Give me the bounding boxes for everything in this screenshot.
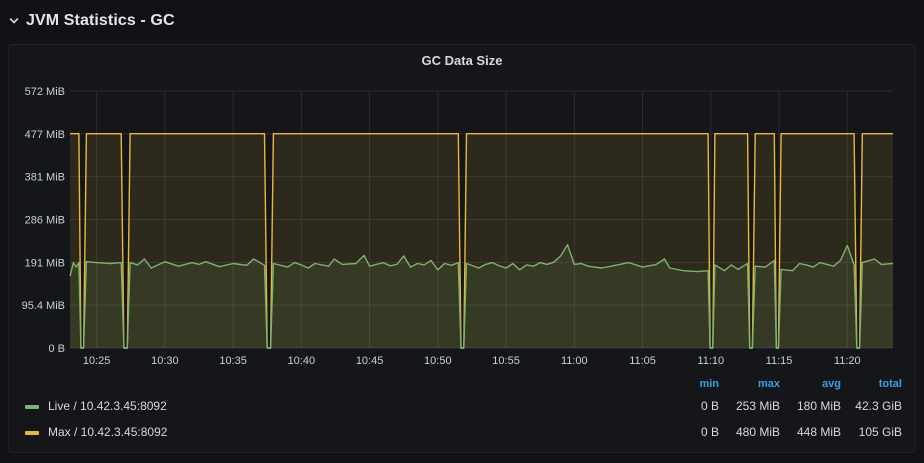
legend-series-name[interactable]: Live / 10.42.3.45:8092 [48,399,167,413]
x-tick-label: 10:50 [424,355,452,367]
x-tick-label: 10:45 [356,355,384,367]
x-tick-label: 11:20 [834,355,861,367]
legend-header-max[interactable]: max [758,378,780,390]
legend-color-swatch[interactable] [25,431,39,435]
y-tick-label: 381 MiB [25,172,65,184]
x-tick-label: 10:25 [83,355,111,367]
legend-row-live[interactable]: Live / 10.42.3.45:8092 0 B 253 MiB 180 M… [9,396,915,418]
legend-row-max[interactable]: Max / 10.42.3.45:8092 0 B 480 MiB 448 Mi… [9,422,915,444]
legend-series-name[interactable]: Max / 10.42.3.45:8092 [48,425,167,439]
legend-header-total[interactable]: total [879,378,902,390]
legend-value-max: 480 MiB [735,425,780,439]
x-tick-label: 11:05 [629,355,656,367]
legend-color-swatch[interactable] [25,405,39,409]
legend-value-max: 253 MiB [735,399,780,413]
legend-value-avg: 180 MiB [796,399,841,413]
gc-data-size-chart[interactable]: 0 B 95.4 MiB 191 MiB 286 MiB 381 MiB 477 MiB 5… [9,45,915,375]
legend-value-min: 0 B [700,425,719,439]
legend-header-min[interactable]: min [699,378,719,390]
y-tick-label: 95.4 MiB [22,300,65,312]
x-tick-label: 10:55 [492,355,520,367]
x-tick-label: 10:30 [151,355,179,367]
legend-header-avg[interactable]: avg [822,378,841,390]
y-tick-label: 286 MiB [25,215,65,227]
chevron-down-icon [9,18,19,24]
row-title: JVM Statistics - GC [26,12,175,29]
x-tick-label: 11:00 [561,355,588,367]
x-tick-label: 10:40 [288,355,316,367]
y-tick-label: 572 MiB [25,86,65,98]
y-tick-label: 191 MiB [25,257,65,269]
graph-panel: GC Data Size 0 B 95.4 MiB 191 MiB 286 MiB 38… [8,44,916,453]
legend-value-total: 42.3 GiB [855,399,902,413]
x-tick-label: 11:10 [697,355,724,367]
y-tick-label: 477 MiB [25,129,65,141]
y-tick-label: 0 B [48,343,65,355]
row-header[interactable]: JVM Statistics - GC [8,8,175,34]
x-tick-label: 10:35 [219,355,247,367]
legend-value-min: 0 B [700,399,719,413]
x-tick-label: 11:15 [766,355,793,367]
legend-value-total: 105 GiB [858,425,902,439]
legend-value-avg: 448 MiB [796,425,841,439]
